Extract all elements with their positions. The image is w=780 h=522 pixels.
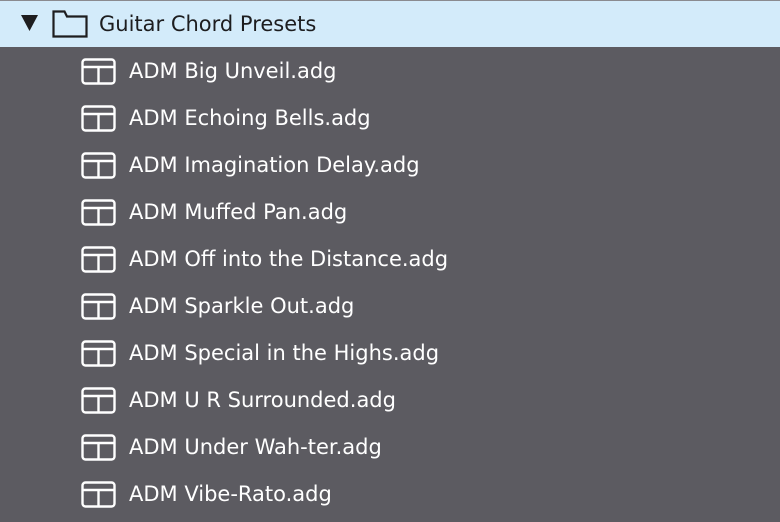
preset-item[interactable]: ADM U R Surrounded.adg [0, 377, 780, 424]
preset-item[interactable]: ADM Off into the Distance.adg [0, 236, 780, 283]
folder-icon [52, 10, 88, 38]
preset-label: ADM Imagination Delay.adg [129, 153, 420, 177]
preset-label: ADM Big Unveil.adg [129, 59, 337, 83]
preset-item[interactable]: ADM Special in the Highs.adg [0, 330, 780, 377]
browser-panel: Guitar Chord Presets ADM Big Unveil.adg … [0, 0, 780, 522]
folder-label: Guitar Chord Presets [99, 12, 317, 36]
preset-icon [81, 246, 116, 273]
preset-icon [81, 293, 116, 320]
preset-icon [81, 58, 116, 85]
preset-label: ADM Echoing Bells.adg [129, 106, 371, 130]
preset-item[interactable]: ADM Imagination Delay.adg [0, 142, 780, 189]
preset-label: ADM Under Wah-ter.adg [129, 435, 382, 459]
preset-item[interactable]: ADM Under Wah-ter.adg [0, 424, 780, 471]
triangle-down-icon[interactable] [21, 15, 38, 31]
preset-item[interactable]: ADM Sparkle Out.adg [0, 283, 780, 330]
preset-item[interactable]: ADM Muffed Pan.adg [0, 189, 780, 236]
preset-icon [81, 340, 116, 367]
preset-label: ADM Special in the Highs.adg [129, 341, 440, 365]
preset-icon [81, 199, 116, 226]
preset-label: ADM U R Surrounded.adg [129, 388, 396, 412]
preset-icon [81, 387, 116, 414]
preset-icon [81, 152, 116, 179]
preset-label: ADM Off into the Distance.adg [129, 247, 449, 271]
preset-label: ADM Muffed Pan.adg [129, 200, 348, 224]
preset-label: ADM Vibe-Rato.adg [129, 482, 332, 506]
folder-row-guitar-chord-presets[interactable]: Guitar Chord Presets [0, 0, 780, 47]
preset-item[interactable]: ADM Echoing Bells.adg [0, 95, 780, 142]
preset-icon [81, 481, 116, 508]
preset-icon [81, 434, 116, 461]
preset-label: ADM Sparkle Out.adg [129, 294, 355, 318]
preset-item[interactable]: ADM Big Unveil.adg [0, 48, 780, 95]
preset-item[interactable]: ADM Vibe-Rato.adg [0, 471, 780, 518]
preset-icon [81, 105, 116, 132]
